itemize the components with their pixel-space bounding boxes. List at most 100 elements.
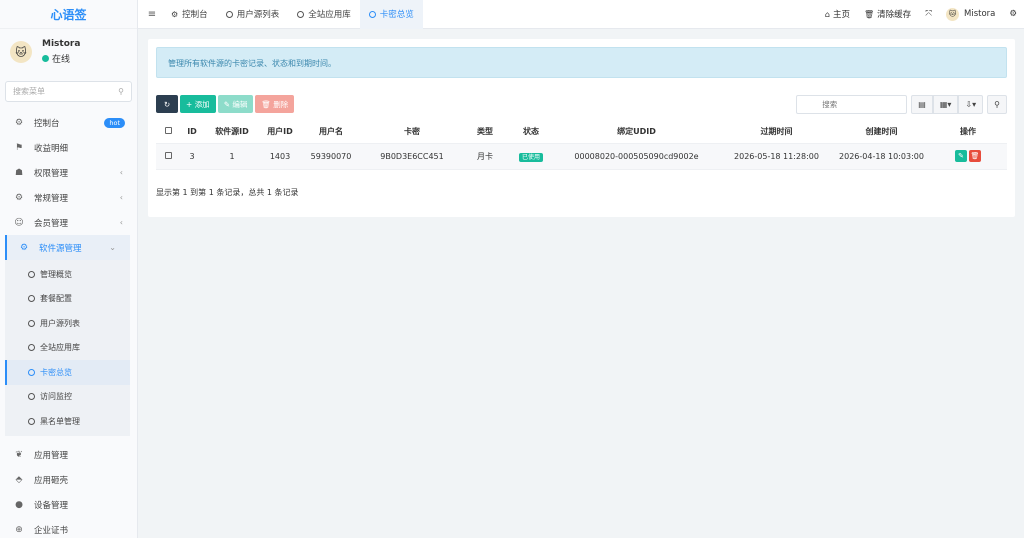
- flag-icon: ⚑: [14, 142, 24, 153]
- table-row[interactable]: 3 1 1403 59390070 9B0D3E6CC451 月卡 已使用 00…: [156, 143, 1007, 170]
- sidebar-subitem-overview[interactable]: 管理概览: [5, 262, 130, 287]
- topbar: ≡ ⚙ 控制台 用户源列表 全站应用库 卡密总览 ⌂ 主页 🗑 清除缓存 ⤧ 🐱…: [138, 0, 1024, 29]
- avatar: 🐱: [10, 41, 32, 63]
- table-header-row: ID 软件源ID 用户ID 用户名 卡密 类型 状态 绑定UDID 过期时间 创…: [156, 121, 1007, 144]
- tab-dashboard[interactable]: ⚙ 控制台: [162, 0, 217, 29]
- clear-cache-label: 清除缓存: [877, 10, 912, 20]
- sidebar-item-permissions[interactable]: ☗ 权限管理 ‹: [0, 160, 137, 185]
- row-delete-button[interactable]: 🗑: [969, 150, 981, 162]
- chevron-left-icon: ‹: [119, 168, 123, 177]
- fullscreen-icon: ⤧: [925, 9, 932, 19]
- circle-icon: [28, 368, 35, 376]
- refresh-button[interactable]: ↻: [156, 95, 178, 113]
- certificate-icon: ⊕: [15, 525, 23, 535]
- checkbox[interactable]: [164, 151, 172, 159]
- col-header[interactable]: 状态: [508, 121, 554, 144]
- col-header[interactable]: 卡密: [362, 121, 462, 144]
- settings-button[interactable]: ⚙: [1002, 9, 1024, 19]
- sidebar-item-dashboard[interactable]: ⚙ 控制台 hot: [0, 110, 137, 135]
- sidebar-item-app-decrypt[interactable]: ⬘ 应用砸壳: [0, 468, 137, 493]
- sidebar-search-placeholder: 搜索菜单: [13, 87, 45, 96]
- col-header[interactable]: 绑定UDID: [554, 121, 719, 144]
- subitem-label: 用户源列表: [40, 318, 80, 328]
- sidebar-subitem-app-library[interactable]: 全站应用库: [5, 336, 130, 361]
- delete-button[interactable]: 🗑 删除: [255, 95, 295, 113]
- cell-source-id: 1: [204, 143, 260, 170]
- columns-button[interactable]: ▦▾: [932, 95, 959, 114]
- checkbox[interactable]: [164, 127, 172, 135]
- table-search-input[interactable]: [796, 95, 908, 114]
- add-button[interactable]: + 添加: [180, 95, 216, 113]
- home-link[interactable]: ⌂ 主页: [818, 8, 857, 21]
- cell-id: 3: [180, 143, 204, 170]
- toggle-view-button[interactable]: ▤: [911, 95, 933, 114]
- subitem-label: 卡密总览: [40, 367, 72, 377]
- user-status-label: 在线: [52, 55, 71, 65]
- cell-type: 月卡: [462, 143, 508, 170]
- col-header[interactable]: ID: [180, 121, 204, 144]
- advanced-search-button[interactable]: ⚲: [987, 95, 1007, 114]
- submenu: 管理概览 套餐配置 用户源列表 全站应用库 卡密总览 访问监控 黑名单管理: [5, 260, 130, 436]
- avatar: 🐱: [946, 7, 959, 21]
- subitem-label: 管理概览: [40, 269, 72, 279]
- shell-icon: ⬘: [15, 475, 23, 485]
- col-header[interactable]: 用户ID: [260, 121, 300, 144]
- row-select-cell[interactable]: [156, 143, 180, 170]
- sidebar-item-label: 软件源管理: [39, 243, 82, 254]
- col-header[interactable]: 过期时间: [719, 121, 834, 144]
- fullscreen-button[interactable]: ⤧: [918, 9, 939, 19]
- tab-user-sources[interactable]: 用户源列表: [217, 0, 289, 29]
- sidebar-search-input[interactable]: 搜索菜单 ⚲: [5, 81, 132, 102]
- col-header[interactable]: 软件源ID: [204, 121, 260, 144]
- sidebar-item-general[interactable]: ⚙ 常规管理 ‹: [0, 185, 137, 210]
- circle-icon: [28, 295, 35, 303]
- trash-icon: 🗑: [261, 99, 271, 109]
- export-icon: ⇩▾: [965, 100, 977, 109]
- col-header[interactable]: 创建时间: [834, 121, 929, 144]
- status-badge: 已使用: [518, 152, 543, 162]
- sidebar-subitem-user-sources[interactable]: 用户源列表: [5, 311, 130, 336]
- chevron-left-icon: ‹: [119, 193, 123, 202]
- trash-icon: 🗑: [864, 9, 875, 19]
- sidebar-item-members[interactable]: ☺ 会员管理 ‹: [0, 210, 137, 235]
- sidebar-subitem-access-monitor[interactable]: 访问监控: [5, 385, 130, 410]
- sidebar-subitem-card-overview[interactable]: 卡密总览: [5, 360, 130, 385]
- sidebar-item-certificates[interactable]: ⊕ 企业证书: [0, 518, 137, 538]
- sidebar-item-revenue[interactable]: ⚑ 收益明细: [0, 135, 137, 160]
- group-icon: ☗: [14, 167, 24, 178]
- home-label: 主页: [833, 10, 851, 20]
- export-button[interactable]: ⇩▾: [958, 95, 984, 114]
- refresh-icon: ↻: [163, 99, 171, 109]
- sidebar-item-label: 会员管理: [34, 218, 69, 229]
- table-tools: ▤ ▦▾ ⇩▾ ⚲: [796, 95, 1007, 114]
- sidebar-item-devices[interactable]: ● 设备管理: [0, 493, 137, 518]
- sidebar-item-app-management[interactable]: ❦ 应用管理: [0, 443, 137, 468]
- tab-app-library[interactable]: 全站应用库: [288, 0, 360, 29]
- cell-user-id: 1403: [260, 143, 300, 170]
- row-edit-button[interactable]: ✎: [955, 150, 967, 162]
- search-icon[interactable]: ⚲: [118, 87, 124, 96]
- sidebar-subitem-blacklist[interactable]: 黑名单管理: [5, 409, 130, 434]
- table-icon: ▤: [918, 100, 926, 109]
- user-menu[interactable]: 🐱 Mistora: [939, 7, 1002, 21]
- col-header[interactable]: 类型: [462, 121, 508, 144]
- menu-toggle-icon[interactable]: ≡: [142, 9, 162, 20]
- tab-card-overview[interactable]: 卡密总览: [359, 0, 423, 29]
- card-table: ID 软件源ID 用户ID 用户名 卡密 类型 状态 绑定UDID 过期时间 创…: [156, 121, 1007, 170]
- circle-icon: [225, 10, 233, 18]
- select-all-cell[interactable]: [156, 121, 180, 144]
- pagination-info: 显示第 1 到第 1 条记录，总共 1 条记录: [156, 188, 299, 197]
- sidebar-subitem-packages[interactable]: 套餐配置: [5, 287, 130, 312]
- cogs-icon: ⚙: [14, 192, 24, 203]
- col-header[interactable]: 用户名: [300, 121, 362, 144]
- online-dot-icon: [42, 55, 49, 62]
- col-header: 操作: [929, 121, 1007, 144]
- sidebar-item-software-source[interactable]: ⚙ 软件源管理 ⌄: [5, 235, 130, 260]
- circle-icon: [28, 393, 35, 401]
- user-panel: 🐱 Mistora 在线: [0, 29, 137, 75]
- clear-cache-button[interactable]: 🗑 清除缓存: [857, 8, 918, 21]
- columns-icon: ▦▾: [939, 100, 952, 109]
- add-label: 添加: [194, 99, 210, 109]
- edit-button[interactable]: ✎ 编辑: [217, 95, 254, 113]
- app-logo[interactable]: 心语签: [0, 0, 137, 29]
